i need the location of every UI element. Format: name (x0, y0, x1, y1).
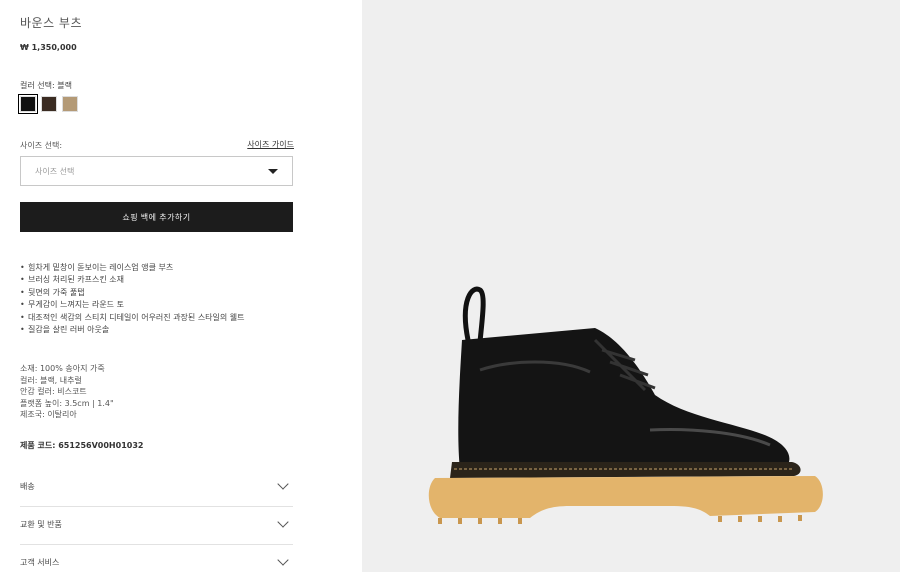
chevron-down-icon (277, 478, 289, 490)
spec-item: 안감 컬러: 비스코트 (20, 387, 87, 396)
size-guide-link[interactable]: 사이즈 가이드 (247, 139, 294, 150)
size-label: 사이즈 선택: (20, 141, 63, 150)
feature-item: 힘차게 밑창이 돋보이는 레이스업 앵클 부츠 (20, 262, 290, 275)
chevron-down-icon (277, 516, 289, 528)
feature-item: 질감을 살린 러버 아웃솔 (20, 324, 290, 337)
accordion-label: 배송 (20, 481, 35, 491)
accordion-label: 고객 서비스 (20, 557, 60, 567)
product-price: ₩ 1,350,000 (20, 43, 77, 52)
feature-list: 힘차게 밑창이 돋보이는 레이스업 앵클 부츠 브러싱 처리된 카프스킨 소재 … (20, 262, 290, 337)
feature-item: 브러싱 처리된 카프스킨 소재 (20, 274, 290, 287)
swatch-brown[interactable] (41, 96, 57, 112)
product-code: 제품 코드: 651256V00H01032 (20, 441, 144, 450)
product-title: 바운스 부츠 (20, 16, 83, 30)
caret-down-icon (268, 168, 278, 174)
add-to-bag-button[interactable]: 쇼핑 백에 추가하기 (20, 202, 293, 232)
spec-item: 소재: 100% 송아지 가죽 (20, 364, 105, 373)
accordion-returns[interactable]: 교환 및 반품 (20, 505, 293, 543)
accordion-customer-service[interactable]: 고객 서비스 (20, 543, 293, 572)
size-select[interactable]: 사이즈 선택 (20, 156, 293, 186)
swatch-black[interactable] (18, 94, 38, 114)
color-swatches (18, 94, 78, 114)
spec-item: 제조국: 이탈리아 (20, 410, 77, 419)
spec-item: 플랫폼 높이: 3.5cm | 1.4" (20, 398, 114, 408)
accordion-label: 교환 및 반품 (20, 519, 62, 529)
color-label: 컬러 선택: 블랙 (20, 81, 72, 90)
spec-item: 컬러: 블랙, 내추럴 (20, 375, 82, 385)
accordion-shipping[interactable]: 배송 (20, 467, 293, 505)
chevron-down-icon (277, 554, 289, 566)
feature-item: 뒷면의 가죽 풀탭 (20, 287, 290, 300)
spec-list: 소재: 100% 송아지 가죽 컬러: 블랙, 내추럴 안감 컬러: 비스코트 … (20, 363, 114, 421)
feature-item: 대조적인 색감의 스티치 디테일이 어우러진 과장된 스타일의 웰트 (20, 312, 290, 325)
product-info-panel: 바운스 부츠 ₩ 1,350,000 컬러 선택: 블랙 사이즈 선택: 사이즈… (0, 0, 362, 572)
swatch-natural[interactable] (62, 96, 78, 112)
boot-image (428, 286, 823, 524)
feature-item: 무게감이 느껴지는 라운드 토 (20, 299, 290, 312)
size-select-placeholder: 사이즈 선택 (35, 166, 75, 176)
